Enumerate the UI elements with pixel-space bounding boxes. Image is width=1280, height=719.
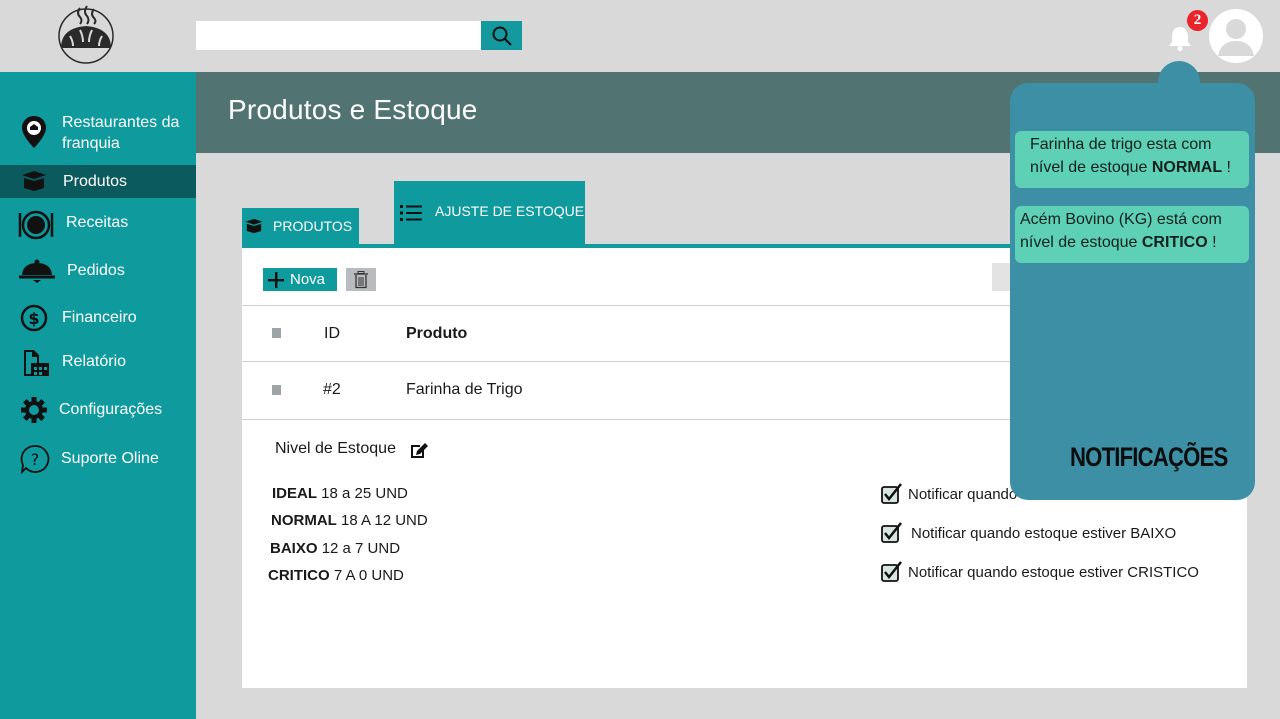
text-suffix: ! [1207, 234, 1217, 251]
notification-text-line2: nível de estoque NORMAL ! [1030, 156, 1249, 179]
sidebar-item-financeiro[interactable]: $ Financeiro [0, 303, 196, 333]
tab-produtos[interactable]: PRODUTOS [242, 208, 359, 244]
question-circle-icon: ? [20, 444, 50, 474]
notify-option-label: Notificar quando estoque estiver CRISTIC… [908, 563, 1199, 581]
sidebar-item-pedidos[interactable]: Pedidos [0, 256, 196, 286]
divider [242, 419, 1042, 420]
list-icon [400, 205, 422, 221]
level-name: CRITICO [268, 567, 330, 584]
page-title: Produtos e Estoque [228, 94, 478, 125]
delete-button[interactable] [346, 268, 376, 291]
sidebar-item-label: Receitas [66, 214, 129, 231]
notification-text-line2: nível de estoque CRITICO ! [1020, 231, 1249, 254]
select-all-checkbox[interactable] [272, 328, 281, 338]
sidebar-item-label: Restaurantes da [62, 114, 180, 131]
sidebar-item-label: Relatório [62, 353, 127, 370]
gear-icon [20, 396, 48, 424]
stock-level-critico: CRITICO 7 A 0 UND [268, 567, 404, 584]
stock-level-label: Nivel de Estoque [275, 440, 396, 457]
notification-text-line1: Farinha de trigo esta com [1030, 136, 1212, 153]
plus-icon [268, 271, 284, 288]
checkbox-checked-icon[interactable] [881, 483, 903, 505]
bakery-logo-icon [58, 5, 114, 64]
stock-level-baixo: BAIXO 12 a 7 UND [270, 540, 400, 557]
search-icon [492, 26, 512, 46]
report-icon [21, 348, 51, 378]
level-name: BAIXO [270, 540, 318, 557]
sidebar-item-receitas[interactable]: Receitas [0, 207, 196, 241]
sidebar-item-label: franquia [62, 135, 120, 152]
search-button[interactable] [481, 21, 522, 50]
level-name: IDEAL [272, 485, 317, 502]
stock-status: CRITICO [1141, 234, 1208, 251]
notification-item[interactable]: Farinha de trigo esta com nível de estoq… [1015, 131, 1249, 188]
level-name: NORMAL [271, 512, 337, 529]
row-product: Farinha de Trigo [406, 381, 523, 398]
checkbox-checked-icon[interactable] [881, 522, 903, 544]
sidebar-item-relatorio[interactable]: Relatório [0, 346, 196, 378]
notify-option[interactable]: Notificar quando [881, 483, 1017, 505]
notify-option[interactable]: Notificar quando estoque estiver BAIXO [881, 522, 1176, 544]
top-bar: 2 [0, 0, 1280, 72]
tab-ajuste-de-estoque[interactable]: AJUSTE DE ESTOQUE [394, 181, 585, 244]
svg-text:?: ? [31, 450, 40, 469]
plate-icon [17, 209, 55, 241]
cloche-icon [17, 258, 57, 284]
tab-label: AJUSTE DE ESTOQUE [435, 203, 585, 219]
notification-text-line1: Acém Bovino (KG) está com [1020, 211, 1222, 228]
divider [242, 361, 1042, 362]
divider [242, 305, 1042, 306]
trash-icon [354, 270, 368, 288]
stock-level-ideal: IDEAL 18 a 25 UND [272, 485, 408, 502]
sidebar-item-produtos[interactable]: Produtos [0, 165, 196, 198]
level-range: 18 A 12 UND [341, 512, 428, 529]
level-range: 12 a 7 UND [321, 540, 401, 557]
sidebar-item-label: Configurações [59, 401, 163, 418]
row-checkbox[interactable] [272, 385, 281, 395]
dollar-circle-icon: $ [20, 304, 48, 332]
stock-level-normal: NORMAL 18 A 12 UND [271, 512, 428, 529]
edit-icon[interactable] [409, 440, 429, 460]
notify-option-label: Notificar quando estoque estiver BAIXO [911, 524, 1177, 542]
location-pin-icon [19, 114, 49, 150]
sidebar-item-configuracoes[interactable]: Configurações [0, 395, 196, 425]
column-header-produto: Produto [406, 325, 468, 342]
sidebar-item-label: Produtos [63, 173, 128, 190]
new-button[interactable]: Nova [263, 268, 337, 291]
notification-count-badge: 2 [1187, 10, 1208, 31]
column-header-id: ID [324, 325, 340, 342]
stock-status: NORMAL [1151, 159, 1223, 176]
level-range: 18 a 25 UND [321, 485, 408, 502]
sidebar-item-restaurantes[interactable]: Restaurantes da franquia [0, 108, 196, 158]
box-icon [245, 218, 263, 234]
notification-item[interactable]: Acém Bovino (KG) está com nível de estoq… [1015, 206, 1249, 263]
notify-option-label: Notificar quando [908, 485, 1018, 503]
new-button-label: Nova [290, 271, 326, 288]
notifications-title: NOTIFICAÇÕES [1070, 442, 1228, 472]
sidebar-item-label: Pedidos [67, 262, 125, 279]
row-id: #2 [323, 381, 341, 398]
box-icon [20, 169, 48, 193]
text-prefix: nível de estoque [1020, 234, 1142, 251]
text-prefix: nível de estoque [1030, 159, 1152, 176]
user-icon [1218, 19, 1254, 56]
user-avatar[interactable] [1209, 9, 1263, 63]
svg-text:$: $ [28, 309, 39, 328]
sidebar-item-label: Suporte Oline [61, 450, 159, 467]
search-input[interactable] [196, 21, 481, 50]
text-suffix: ! [1222, 159, 1231, 176]
checkbox-checked-icon[interactable] [881, 561, 903, 583]
sidebar-item-label: Financeiro [62, 309, 137, 326]
level-range: 7 A 0 UND [333, 567, 404, 584]
sidebar-item-suporte[interactable]: ? Suporte Oline [0, 444, 196, 474]
tab-label: PRODUTOS [273, 218, 353, 234]
notify-option[interactable]: Notificar quando estoque estiver CRISTIC… [881, 561, 1199, 583]
